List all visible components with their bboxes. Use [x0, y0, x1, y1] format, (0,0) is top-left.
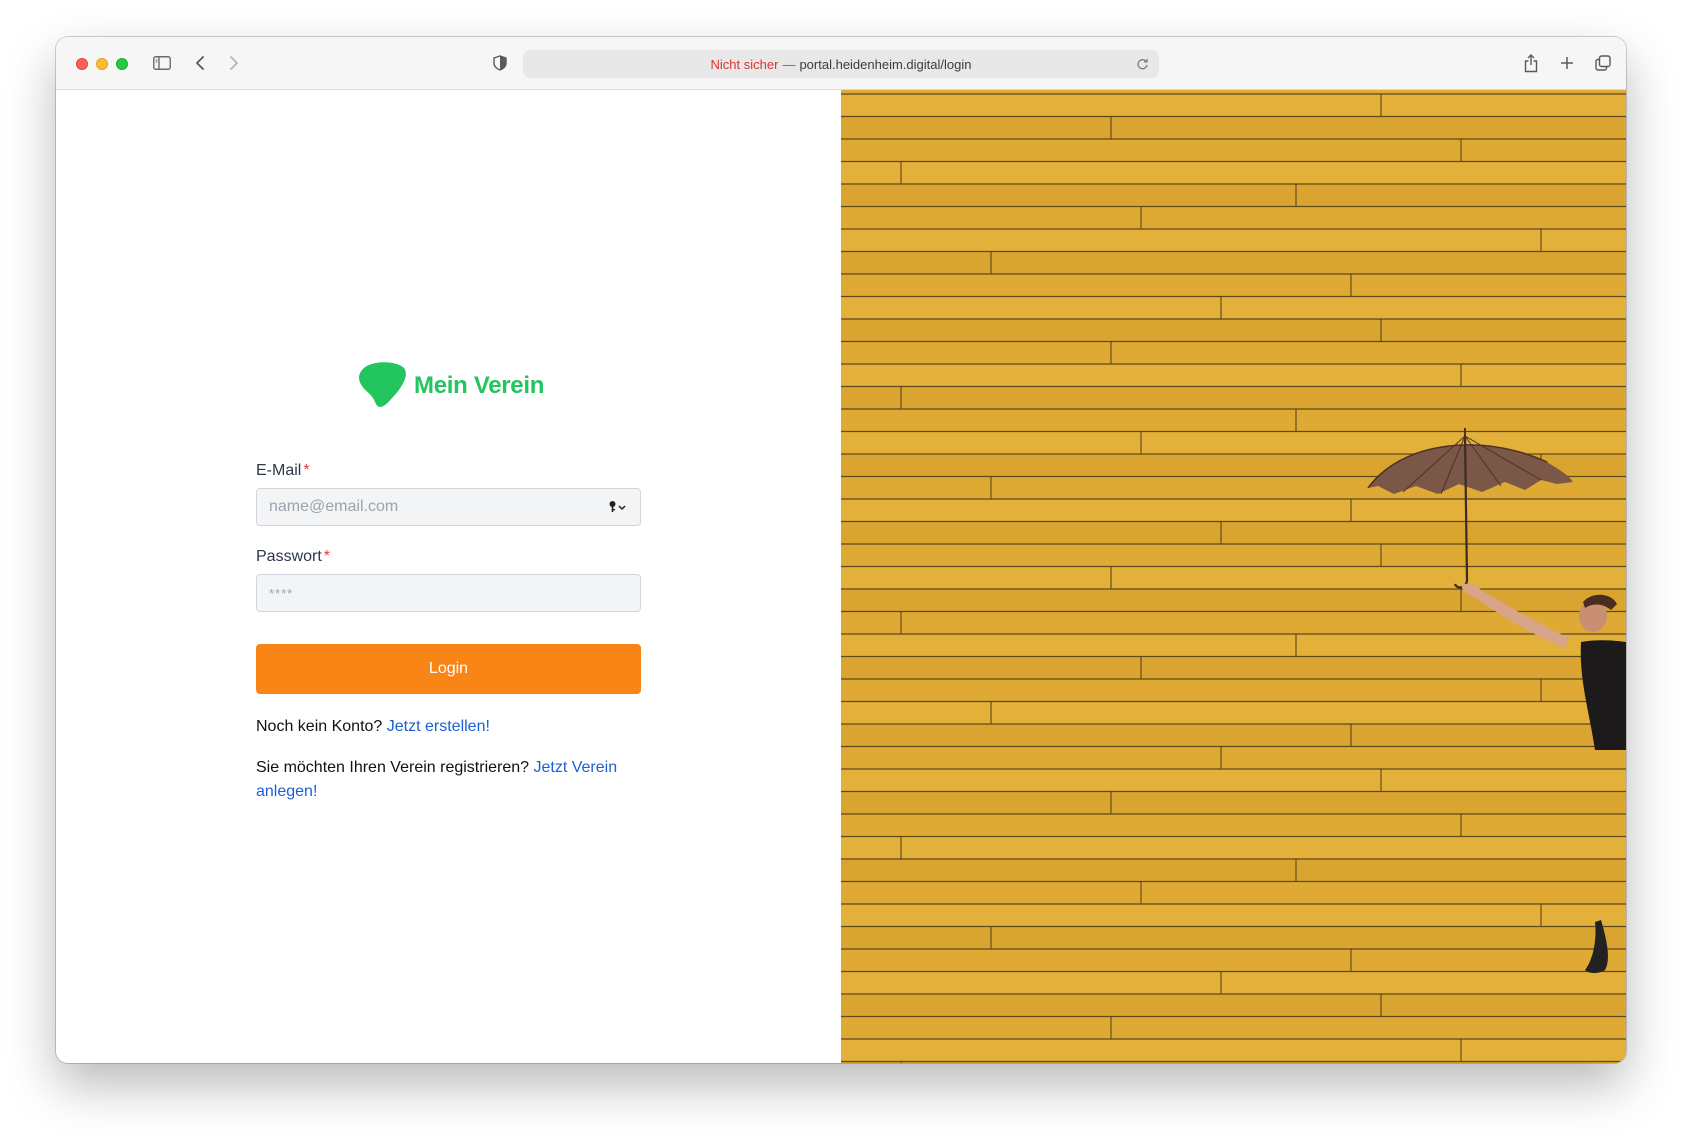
password-field[interactable]: **** [256, 574, 641, 612]
register-club-prompt: Sie möchten Ihren Verein registrieren? J… [256, 759, 618, 800]
password-placeholder: **** [269, 585, 294, 601]
email-placeholder: name@email.com [269, 498, 399, 515]
login-button[interactable]: Login [256, 644, 641, 694]
forward-icon[interactable] [226, 54, 242, 72]
back-icon[interactable] [192, 54, 208, 72]
login-form: E-Mail * name@email.com Passwort * **** Lo… [256, 460, 641, 804]
new-tab-icon[interactable] [1558, 54, 1576, 72]
browser-window: Nicht sicher — portal.heidenheim.digital… [56, 37, 1626, 1063]
reload-icon[interactable] [1136, 57, 1149, 74]
privacy-shield-icon[interactable] [491, 54, 509, 72]
address-bar[interactable]: Nicht sicher — portal.heidenheim.digital… [523, 50, 1159, 78]
signup-prompt: Noch kein Konto? Jetzt erstellen! [256, 718, 490, 735]
woman-with-umbrella-on-yellow-wall-image [841, 90, 1626, 1063]
password-label: Passwort * [256, 548, 331, 565]
browser-toolbar: Nicht sicher — portal.heidenheim.digital… [56, 37, 1626, 90]
brand-mark-icon [359, 362, 406, 407]
required-marker: * [303, 462, 310, 479]
sidebar-icon[interactable] [152, 54, 172, 72]
url-text: portal.heidenheim.digital/login [799, 56, 972, 72]
password-autofill-key-icon[interactable] [608, 500, 628, 519]
brand-logo[interactable]: Mein Verein [356, 362, 544, 410]
email-field[interactable]: name@email.com [256, 488, 641, 526]
create-account-link[interactable]: Jetzt erstellen! [387, 718, 490, 735]
required-marker: * [323, 548, 331, 565]
minimize-window-button[interactable] [96, 58, 108, 70]
brand-name: Mein Verein [414, 372, 545, 399]
woman-with-umbrella-figure [1367, 428, 1626, 973]
login-panel: Mein Verein E-Mail * name@email.com Passw… [56, 90, 841, 1063]
close-window-button[interactable] [76, 58, 88, 70]
page-content: Mein Verein E-Mail * name@email.com Passw… [56, 90, 1626, 1063]
url-separator: — [782, 56, 796, 72]
share-icon[interactable] [1522, 52, 1540, 74]
zoom-window-button[interactable] [116, 58, 128, 70]
email-label: E-Mail * [256, 462, 310, 479]
tab-overview-icon[interactable] [1594, 54, 1612, 72]
not-secure-warning: Nicht sicher [710, 56, 779, 72]
